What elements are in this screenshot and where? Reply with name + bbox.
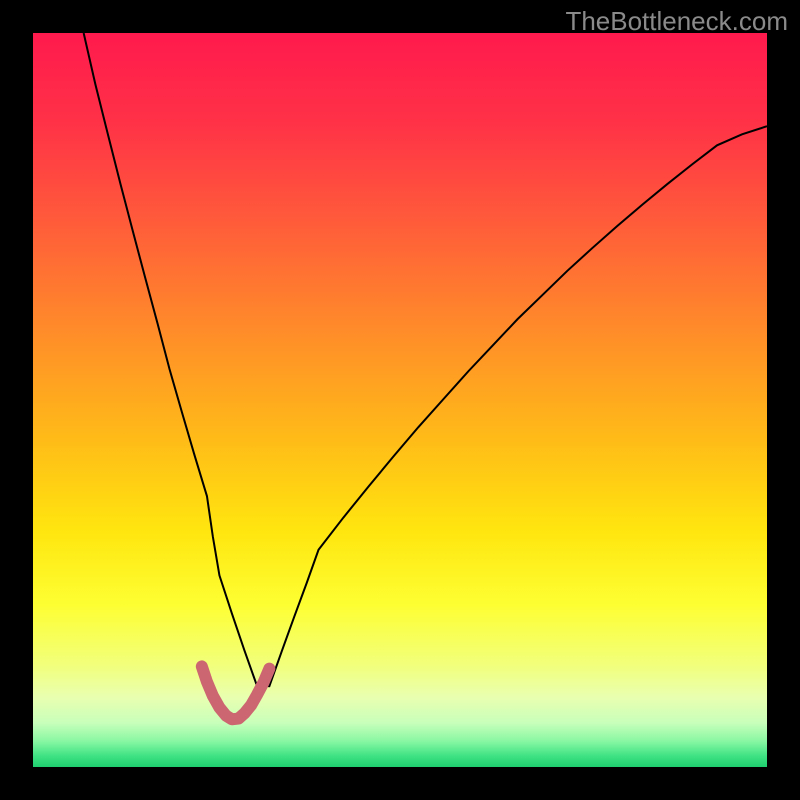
watermark-text: TheBottleneck.com xyxy=(565,6,788,37)
bottleneck-curve xyxy=(84,33,767,686)
plot-area xyxy=(33,33,767,767)
curve-layer xyxy=(33,33,767,767)
optimum-marker xyxy=(202,666,270,719)
chart-container: TheBottleneck.com xyxy=(0,0,800,800)
